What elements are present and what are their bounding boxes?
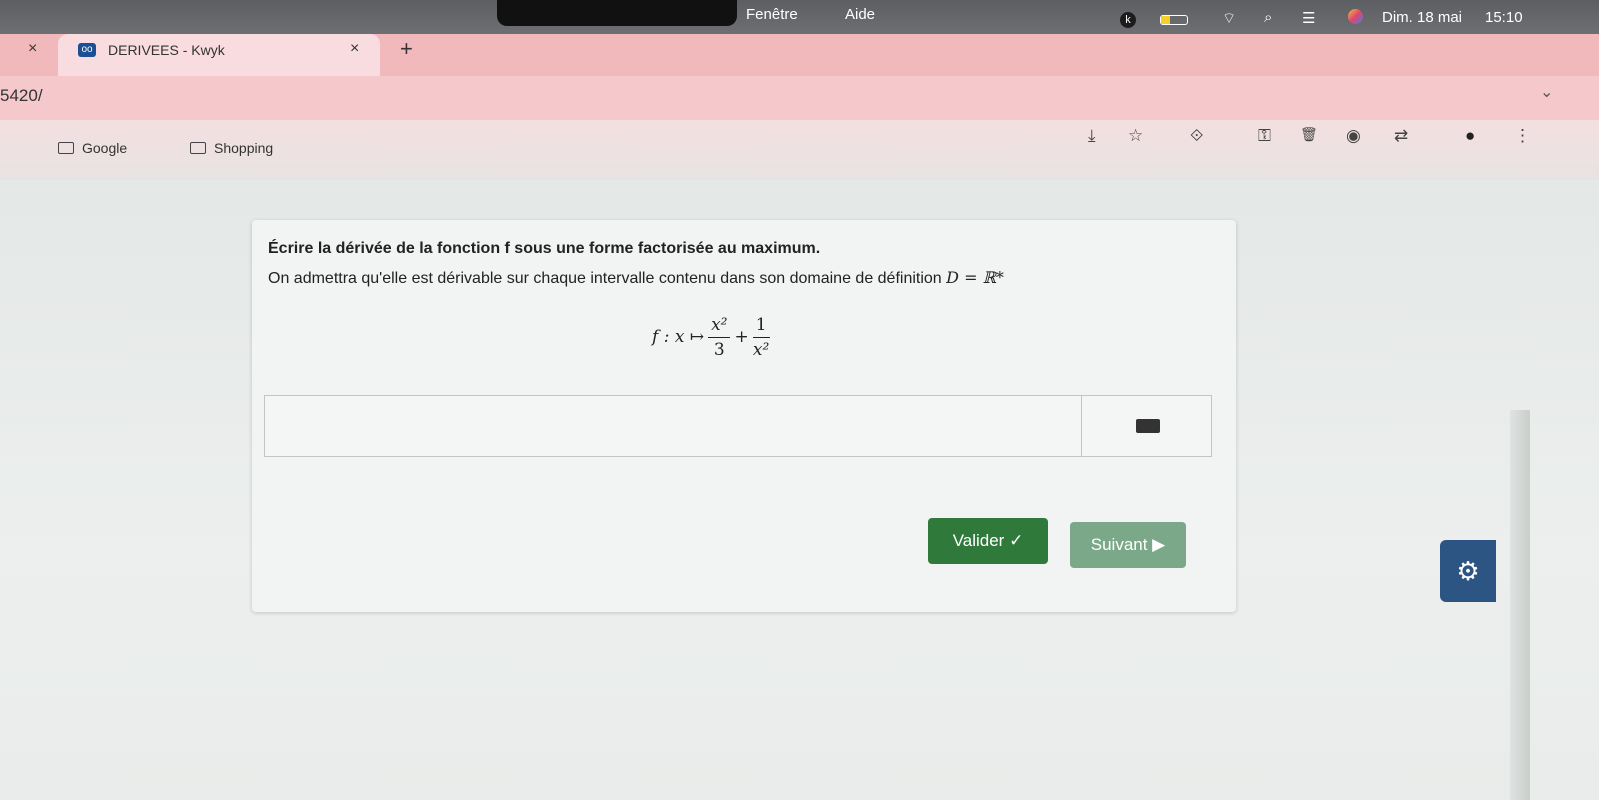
extension-icon[interactable]: ⟐ [1190, 126, 1203, 146]
control-center-icon[interactable]: ☰ [1302, 9, 1318, 27]
fraction-denominator: x² [752, 339, 770, 360]
folder-icon [58, 142, 74, 154]
clock-time[interactable]: 15:10 [1485, 9, 1523, 26]
profile-avatar-icon[interactable]: ● [1465, 126, 1475, 146]
fraction-1-over-x2: 1 x² [752, 315, 770, 360]
validate-button[interactable]: Valider ✓ [928, 518, 1048, 564]
trash-icon[interactable]: 🗑 [1300, 126, 1318, 143]
star-icon[interactable]: ☆ [1128, 126, 1143, 146]
key-icon[interactable]: ⚿ [1258, 126, 1271, 146]
window-close-icon[interactable]: × [28, 40, 37, 58]
screenshot-icon[interactable]: ◉ [1346, 126, 1361, 146]
tab-search-chevron-icon[interactable]: ⌄ [1540, 82, 1553, 102]
folder-icon [190, 142, 206, 154]
clock-date[interactable]: Dim. 18 mai [1382, 9, 1462, 26]
answer-input-tools [264, 395, 1212, 457]
menu-aide[interactable]: Aide [845, 6, 875, 23]
exercise-instruction: Écrire la dérivée de la fonction f sous … [268, 240, 821, 257]
page-scrollbar[interactable] [1510, 410, 1530, 800]
url-text[interactable]: 5420/ [0, 86, 43, 106]
tab-strip: × oo DERIVEES - Kwyk × + [0, 34, 1599, 76]
address-bar: 5420/ ⌄ [0, 76, 1599, 120]
k-app-icon[interactable]: k [1120, 12, 1136, 28]
tab-title: DERIVEES - Kwyk [108, 42, 225, 58]
fraction-numerator: 1 [752, 315, 770, 338]
note-text: On admettra qu'elle est dérivable sur ch… [268, 270, 947, 287]
fraction-numerator: x² [708, 315, 731, 338]
bookmark-shopping[interactable]: Shopping [190, 140, 273, 156]
spotlight-search-icon[interactable]: ⌕ [1264, 9, 1280, 26]
kwyk-favicon-icon: oo [78, 43, 96, 57]
tab-derivees[interactable]: oo DERIVEES - Kwyk × [58, 34, 380, 76]
wifi-icon[interactable]: ⌔ [1222, 9, 1238, 27]
fraction-x2-over-3: x² 3 [708, 315, 731, 360]
exercise-card: Écrire la dérivée de la fonction f sous … [252, 220, 1236, 612]
plus-sign: + [734, 327, 749, 347]
page-content: Écrire la dérivée de la fonction f sous … [0, 180, 1599, 800]
keyboard-icon [1136, 419, 1160, 433]
download-icon[interactable]: ⤓ [1088, 126, 1096, 146]
help-widget-gear-icon[interactable]: ⚙ [1440, 540, 1496, 602]
function-formula: f : x ↦ x² 3 + 1 x² [652, 302, 774, 372]
more-menu-icon[interactable]: ⋮ [1514, 126, 1531, 146]
bookmark-label: Shopping [214, 140, 274, 156]
translate-icon[interactable]: ⇄ [1394, 126, 1408, 146]
new-tab-button[interactable]: + [400, 36, 413, 62]
battery-icon[interactable] [1160, 15, 1188, 25]
fraction-denominator: 3 [713, 339, 725, 360]
next-button[interactable]: Suivant ▶ [1070, 522, 1186, 568]
camera-notch [497, 0, 737, 26]
tab-close-icon[interactable]: × [350, 40, 359, 58]
formula-lhs: f : x ↦ [652, 327, 705, 347]
menu-fenetre[interactable]: Fenêtre [746, 6, 798, 23]
bookmark-label: Google [82, 140, 128, 156]
menu-bar: Fenêtre Aide k ⌔ ⌕ ☰ Dim. 18 mai 15:10 [0, 0, 1599, 34]
virtual-keyboard-button[interactable] [1081, 395, 1212, 457]
exercise-note: On admettra qu'elle est dérivable sur ch… [268, 268, 1004, 288]
domain-set: D = ℝ* [946, 268, 1004, 287]
siri-icon[interactable] [1348, 9, 1363, 24]
bookmark-google[interactable]: Google [58, 140, 127, 156]
bookmarks-bar: ⤓ ☆ ⟐ ⚿ 🗑 ◉ ⇄ ● ⋮ Google Shopping [0, 120, 1599, 180]
